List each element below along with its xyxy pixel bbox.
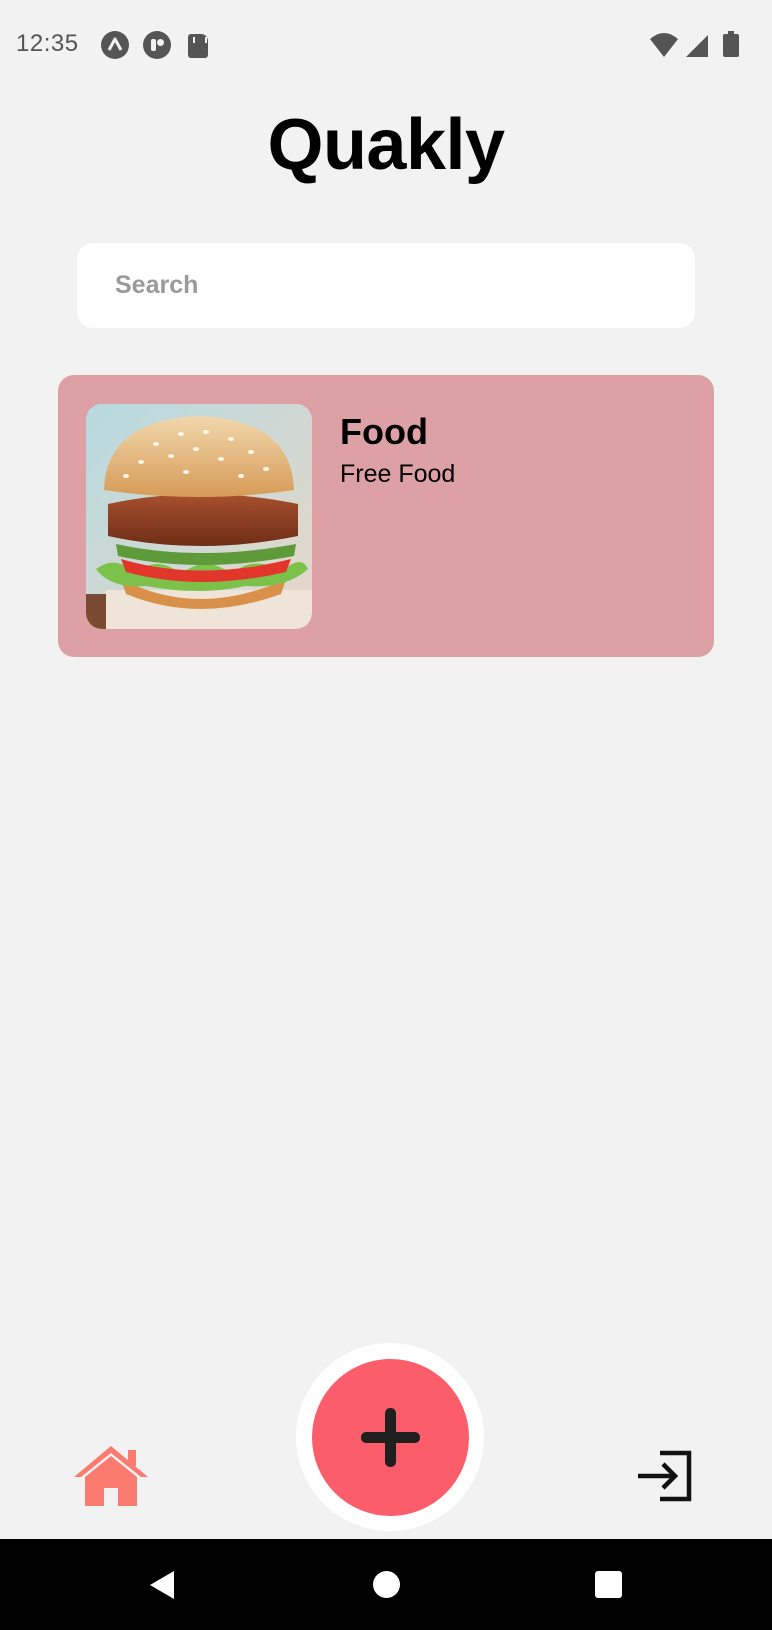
item-title: Food (340, 411, 428, 452)
list-item[interactable]: Food Free Food (58, 375, 714, 657)
nav-home-icon[interactable] (373, 1571, 400, 1598)
status-time: 12:35 (16, 30, 79, 57)
signal-icon (686, 35, 708, 57)
search-input[interactable] (77, 243, 695, 328)
wifi-icon (650, 33, 678, 57)
app-title: Quakly (267, 105, 505, 185)
add-button[interactable] (312, 1359, 469, 1516)
home-icon[interactable] (72, 1444, 150, 1506)
app-screen: 12:35 Quakly Search Food Free Food (0, 0, 772, 1630)
login-icon[interactable] (636, 1450, 694, 1502)
item-subtitle: Free Food (340, 460, 456, 488)
status-bar: 12:35 (0, 0, 772, 90)
sd-card-icon (188, 34, 208, 58)
plus-icon (361, 1408, 420, 1467)
notification-a-icon (101, 31, 129, 59)
search-bar[interactable] (77, 243, 695, 328)
recents-icon[interactable] (595, 1571, 622, 1598)
notification-circle-icon (143, 31, 171, 59)
back-icon[interactable] (148, 1570, 176, 1600)
burger-image (86, 404, 312, 629)
system-nav-bar (0, 1539, 772, 1630)
system-status-icons (648, 30, 758, 60)
battery-icon (723, 31, 739, 57)
